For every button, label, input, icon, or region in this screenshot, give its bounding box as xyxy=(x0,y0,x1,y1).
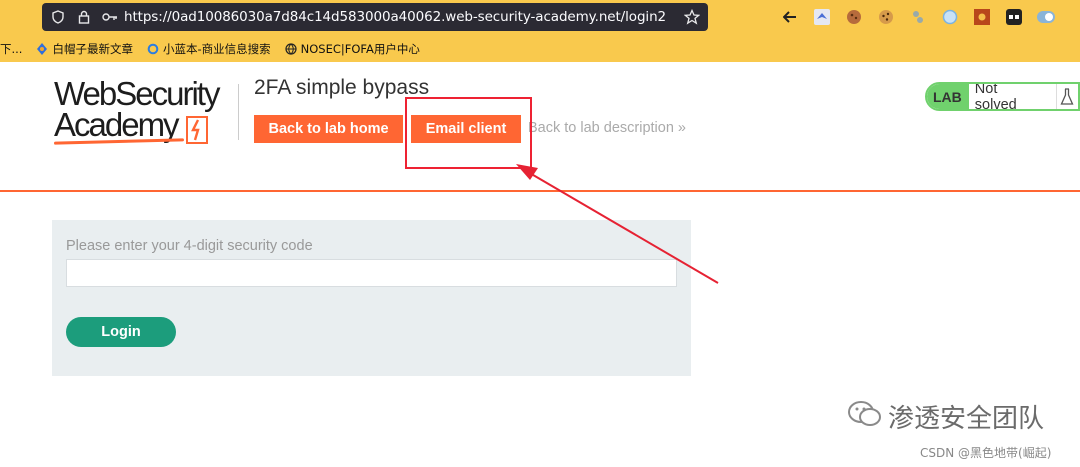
arrow-line xyxy=(527,171,719,284)
watermark: 渗透安全团队 xyxy=(848,398,1044,435)
annotation-arrow xyxy=(516,164,719,284)
wechat-icon xyxy=(848,400,882,433)
watermark-credit: CSDN @黑色地带(崛起) xyxy=(920,446,1052,460)
arrow-head xyxy=(516,164,538,180)
watermark-text: 渗透安全团队 xyxy=(888,404,1045,434)
